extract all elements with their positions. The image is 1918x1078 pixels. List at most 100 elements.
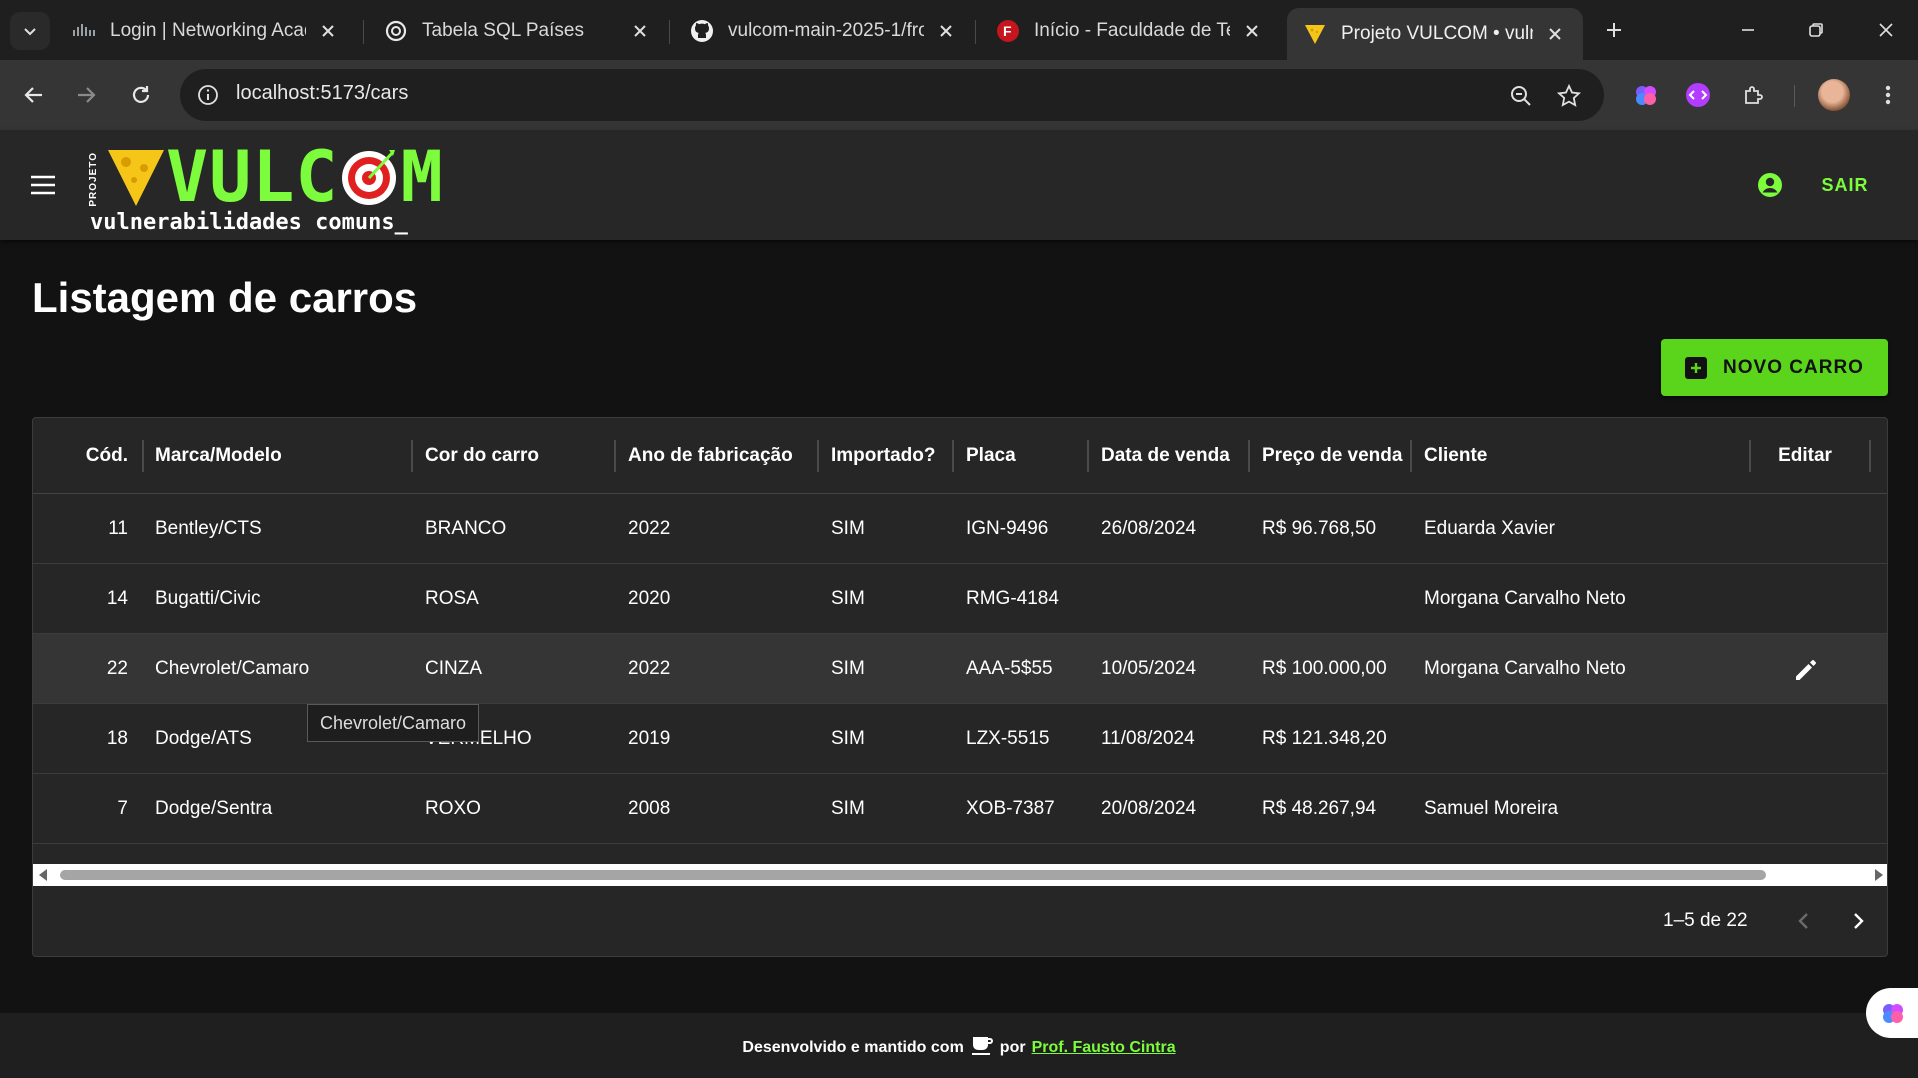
- cell-imported: SIM: [831, 798, 865, 819]
- tab-separator: [975, 20, 976, 44]
- browser-tab-1[interactable]: Login | Networking Acade: [56, 8, 356, 54]
- browser-tab-2[interactable]: Tabela SQL Países: [368, 8, 668, 54]
- logout-button[interactable]: SAIR: [1810, 166, 1880, 204]
- cell-sale-date: 11/08/2024: [1101, 728, 1195, 749]
- fatec-icon: F: [996, 19, 1020, 43]
- browser-menu-icon[interactable]: [1870, 77, 1906, 113]
- logo-projeto-text: PROJETO: [88, 152, 99, 207]
- close-window-button[interactable]: [1866, 12, 1906, 48]
- new-tab-button[interactable]: [1598, 14, 1630, 46]
- reload-button[interactable]: [123, 77, 159, 113]
- bookmark-star-icon[interactable]: [1554, 81, 1584, 111]
- forward-button[interactable]: [68, 77, 104, 113]
- cell-imported: SIM: [831, 518, 865, 539]
- browser-tab-5-active[interactable]: Projeto VULCOM • vulner: [1287, 8, 1583, 60]
- brain-extension-icon[interactable]: [1628, 77, 1664, 113]
- add-box-icon: [1685, 356, 1708, 379]
- extensions-puzzle-icon[interactable]: [1736, 77, 1772, 113]
- column-separator[interactable]: [1248, 440, 1250, 472]
- footer-credits: Desenvolvido e mantido com por Prof. Fau…: [0, 1033, 1918, 1057]
- new-car-button[interactable]: NOVO CARRO: [1661, 339, 1888, 396]
- vulcom-logo[interactable]: PROJETO VULC M vulnerabilidades comuns_: [88, 136, 508, 235]
- cell-imported: SIM: [831, 588, 865, 609]
- table-row-hovered[interactable]: 22 Chevrolet/Camaro CINZA 2022 SIM AAA-5…: [33, 634, 1887, 704]
- scroll-right-arrow[interactable]: [1875, 869, 1883, 881]
- tab-title: Projeto VULCOM • vulner: [1341, 23, 1533, 44]
- column-header-plate[interactable]: Placa: [966, 418, 1016, 494]
- logo-letters-left: VULC: [166, 136, 339, 218]
- cell-id: 14: [106, 588, 128, 609]
- table-row[interactable]: 7 Dodge/Sentra ROXO 2008 SIM XOB-7387 20…: [33, 774, 1887, 844]
- hamburger-menu-button[interactable]: [26, 170, 60, 200]
- back-button[interactable]: [16, 77, 52, 113]
- tab-search-button[interactable]: [10, 12, 50, 50]
- address-bar[interactable]: localhost:5173/cars: [180, 69, 1604, 121]
- column-header-price[interactable]: Preço de venda: [1262, 418, 1402, 494]
- column-separator: [1869, 440, 1871, 472]
- code-extension-icon[interactable]: [1680, 77, 1716, 113]
- column-header-color[interactable]: Cor do carro: [425, 418, 539, 494]
- close-icon[interactable]: [628, 19, 652, 43]
- cars-data-grid: Cód. Marca/Modelo Cor do carro Ano de fa…: [32, 417, 1888, 957]
- tab-title: vulcom-main-2025-1/fro: [728, 20, 924, 41]
- chevron-right-icon: [1854, 913, 1864, 929]
- column-separator[interactable]: [1087, 440, 1089, 472]
- column-separator[interactable]: [817, 440, 819, 472]
- column-separator[interactable]: [411, 440, 413, 472]
- horizontal-scrollbar[interactable]: [33, 864, 1887, 886]
- reload-icon: [132, 86, 150, 103]
- column-separator[interactable]: [1410, 440, 1412, 472]
- cell-year: 2008: [628, 798, 671, 819]
- column-separator[interactable]: [952, 440, 954, 472]
- column-separator[interactable]: [142, 440, 144, 472]
- cheese-icon: [108, 150, 164, 206]
- github-icon: [690, 19, 714, 43]
- tab-separator: [363, 20, 364, 44]
- column-separator[interactable]: [614, 440, 616, 472]
- cell-sale-date: 26/08/2024: [1101, 518, 1197, 539]
- browser-tab-3[interactable]: vulcom-main-2025-1/fro: [674, 8, 974, 54]
- tab-title: Tabela SQL Países: [422, 20, 584, 41]
- cell-id: 11: [108, 518, 128, 539]
- minimize-button[interactable]: [1728, 12, 1768, 48]
- close-icon[interactable]: [934, 19, 958, 43]
- cell-year: 2022: [628, 518, 671, 539]
- cell-color: ROXO: [425, 798, 481, 819]
- url-text[interactable]: localhost:5173/cars: [236, 82, 408, 105]
- cell-id: 22: [106, 658, 128, 679]
- cell-plate: IGN-9496: [966, 518, 1049, 539]
- grid-header: Cód. Marca/Modelo Cor do carro Ano de fa…: [33, 418, 1887, 494]
- edit-pencil-icon[interactable]: [1792, 656, 1820, 684]
- column-header-brand-model[interactable]: Marca/Modelo: [155, 418, 282, 494]
- previous-page-button[interactable]: [1789, 906, 1819, 936]
- column-header-id[interactable]: Cód.: [33, 418, 128, 494]
- cell-tooltip: Chevrolet/Camaro: [307, 704, 480, 742]
- column-header-year[interactable]: Ano de fabricação: [628, 418, 793, 494]
- arrow-left-icon: [24, 87, 42, 103]
- column-header-sale-date[interactable]: Data de venda: [1101, 418, 1230, 494]
- close-icon[interactable]: [316, 19, 340, 43]
- author-link[interactable]: Prof. Fausto Cintra: [1032, 1039, 1176, 1057]
- close-icon[interactable]: [1240, 19, 1264, 43]
- arrow-right-icon: [78, 87, 96, 103]
- table-row[interactable]: 14 Bugatti/Civic ROSA 2020 SIM RMG-4184 …: [33, 564, 1887, 634]
- column-header-imported[interactable]: Importado?: [831, 418, 936, 494]
- column-header-customer[interactable]: Cliente: [1424, 418, 1487, 494]
- scrollbar-thumb[interactable]: [60, 870, 1766, 880]
- column-separator[interactable]: [1749, 440, 1751, 472]
- scroll-left-arrow[interactable]: [39, 869, 47, 881]
- profile-avatar[interactable]: [1818, 79, 1850, 111]
- cell-customer: Samuel Moreira: [1424, 798, 1559, 819]
- restore-button[interactable]: [1796, 12, 1836, 48]
- zoom-icon[interactable]: [1506, 81, 1536, 111]
- cell-customer: Morgana Carvalho Neto: [1424, 658, 1626, 679]
- next-page-button[interactable]: [1843, 906, 1873, 936]
- table-row[interactable]: 11 Bentley/CTS BRANCO 2022 SIM IGN-9496 …: [33, 494, 1887, 564]
- logo-subtitle: vulnerabilidades comuns_: [90, 210, 408, 235]
- close-icon[interactable]: [1543, 22, 1567, 46]
- account-circle-icon[interactable]: [1755, 170, 1785, 200]
- site-info-icon[interactable]: [194, 81, 222, 109]
- cell-id: 7: [117, 798, 128, 819]
- browser-tab-4[interactable]: F Início - Faculdade de Tec: [980, 8, 1280, 54]
- floating-extension-bubble[interactable]: [1866, 988, 1918, 1038]
